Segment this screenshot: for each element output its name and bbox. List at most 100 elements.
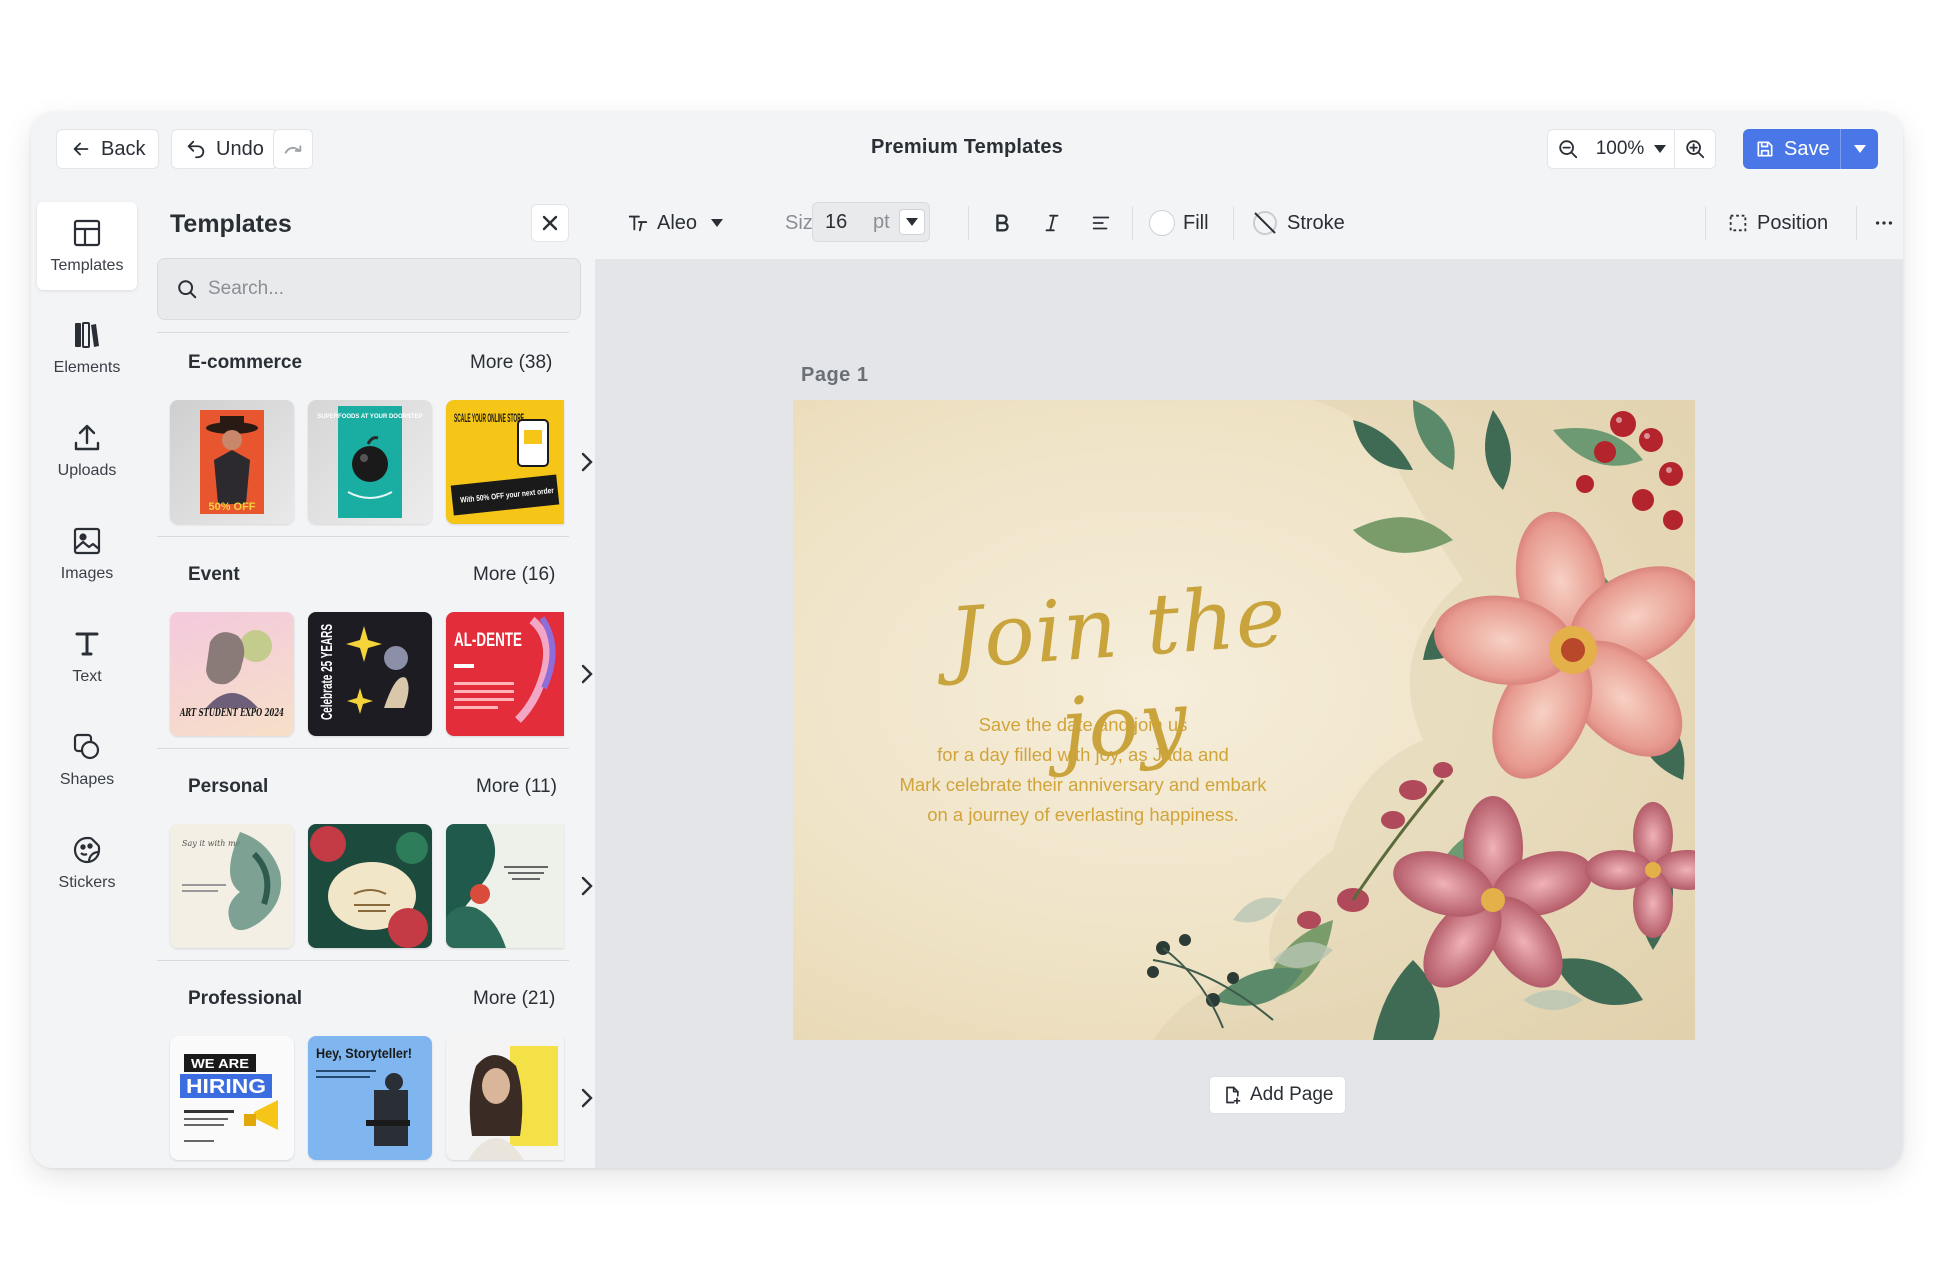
rail-item-shapes[interactable]: Shapes	[37, 716, 137, 804]
zoom-select[interactable]: 100%	[1588, 129, 1674, 169]
toolbar-divider	[1132, 206, 1133, 240]
thumb-ecommerce-2-text: SUPERFOODS AT YOUR DOORSTEP	[317, 414, 422, 420]
close-panel-button[interactable]	[531, 204, 569, 242]
template-thumbnail[interactable]	[446, 824, 564, 948]
rail-label: Images	[60, 565, 114, 582]
more-options-button[interactable]	[1873, 206, 1895, 240]
bold-icon	[996, 214, 1009, 232]
font-size-input[interactable]: 16 pt	[812, 202, 930, 242]
caret-down-icon	[906, 218, 918, 226]
template-thumbnail[interactable]: Hey, Storyteller!	[308, 1036, 432, 1160]
hiring-artwork: WE ARE HIRING	[180, 1054, 278, 1142]
more-link-professional[interactable]: More (21)	[473, 988, 555, 1010]
al-dente-artwork: AL-DENTE	[454, 616, 556, 723]
more-link-event[interactable]: More (16)	[473, 564, 555, 586]
template-thumbnail[interactable]: ART STUDENT EXPO 2024	[170, 612, 294, 736]
rail-item-elements[interactable]: Elements	[37, 304, 137, 392]
stroke-button[interactable]: Stroke	[1251, 206, 1345, 240]
portrait-artwork	[468, 1046, 558, 1160]
rail-label: Templates	[50, 257, 124, 274]
upload-icon	[74, 424, 100, 451]
text-icon	[75, 632, 99, 656]
page-label: Page 1	[801, 364, 869, 386]
art-expo-artwork: ART STUDENT EXPO 2024	[179, 630, 284, 719]
template-row-ecommerce: 50% OFF SUPERFOODS AT YOUR DOORSTEP SCAL…	[170, 400, 593, 524]
template-thumbnail[interactable]: 50% OFF	[170, 400, 294, 524]
font-size-unit: pt	[873, 210, 890, 233]
storyteller-artwork: Hey, Storyteller!	[316, 1045, 412, 1146]
chevron-right-icon	[581, 1088, 593, 1108]
template-thumbnail[interactable]: SUPERFOODS AT YOUR DOORSTEP	[308, 400, 432, 524]
left-rail: Templates Elements Uploads Images Text S…	[31, 186, 145, 1168]
template-thumbnail[interactable]: AL-DENTE	[446, 612, 564, 736]
template-search[interactable]	[157, 258, 581, 320]
invitation-body[interactable]: Save the date and join us for a day fill…	[873, 710, 1293, 830]
scale-store-artwork: SCALE YOUR ONLINE STORE With 50% OFF you…	[450, 411, 560, 516]
template-thumbnail[interactable]	[308, 824, 432, 948]
rail-label: Uploads	[57, 462, 117, 479]
add-page-label: Add Page	[1250, 1084, 1334, 1105]
font-size-dropdown[interactable]	[899, 209, 925, 235]
divider	[157, 960, 569, 961]
rail-label: Stickers	[58, 874, 116, 891]
align-button[interactable]	[1090, 206, 1112, 240]
save-icon	[1757, 141, 1773, 157]
template-thumbnail[interactable]: WE ARE HIRING	[170, 1036, 294, 1160]
superfoods-artwork: SUPERFOODS AT YOUR DOORSTEP	[317, 406, 423, 518]
thumb-prof-2-text: Hey, Storyteller!	[316, 1045, 412, 1061]
divider	[157, 748, 569, 749]
thumb-event-1-text: ART STUDENT EXPO 2024	[179, 706, 284, 719]
align-left-icon	[1092, 216, 1110, 230]
rail-item-templates[interactable]: Templates	[37, 202, 137, 290]
thumb-ecommerce-1-text: 50% OFF	[208, 501, 255, 513]
template-thumbnail[interactable]	[446, 1036, 564, 1160]
rail-item-stickers[interactable]: Stickers	[37, 819, 137, 907]
bold-button[interactable]	[991, 206, 1013, 240]
category-title: Event	[188, 564, 240, 585]
botanical-card-artwork	[446, 824, 548, 948]
template-thumbnail[interactable]: Celebrate 25 YEARS	[308, 612, 432, 736]
template-row-event: ART STUDENT EXPO 2024 Celebrate 25 YEARS…	[170, 612, 593, 736]
rail-item-uploads[interactable]: Uploads	[37, 407, 137, 495]
font-select[interactable]: Aleo	[627, 206, 724, 240]
template-thumbnail[interactable]: Say it with me	[170, 824, 294, 948]
stroke-label: Stroke	[1287, 211, 1345, 234]
font-size-value: 16	[825, 210, 848, 233]
add-page-button[interactable]: Add Page	[1209, 1076, 1347, 1114]
toolbar-divider	[1233, 206, 1234, 240]
template-thumbnail[interactable]: SCALE YOUR ONLINE STORE With 50% OFF you…	[446, 400, 564, 524]
design-canvas[interactable]: Page 1 Join the joy Save the date and jo…	[595, 260, 1903, 1168]
position-label: Position	[1757, 211, 1829, 234]
search-input[interactable]	[208, 278, 558, 300]
save-options-button[interactable]	[1840, 129, 1878, 169]
zoom-out-button[interactable]	[1547, 129, 1589, 169]
zoom-in-button[interactable]	[1674, 129, 1716, 169]
rail-item-text[interactable]: Text	[37, 613, 137, 701]
rail-item-images[interactable]: Images	[37, 510, 137, 598]
zoom-value: 100%	[1595, 138, 1645, 159]
invitation-card[interactable]: Join the joy Save the date and join us f…	[793, 400, 1695, 1040]
category-title: Professional	[188, 988, 303, 1009]
italic-button[interactable]	[1041, 206, 1063, 240]
position-icon	[1729, 214, 1747, 232]
sticker-icon	[73, 836, 101, 864]
more-link-ecommerce[interactable]: More (38)	[470, 352, 552, 374]
body-line: on a journey of everlasting happiness.	[927, 804, 1239, 825]
toolbar-divider	[1856, 206, 1857, 240]
category-title: E-commerce	[188, 352, 303, 373]
rail-label: Shapes	[59, 771, 115, 788]
thumb-event-3-text: AL-DENTE	[454, 630, 522, 651]
text-toolbar: Aleo Size 16 pt Fill Stroke Position	[595, 186, 1903, 260]
font-icon	[628, 215, 648, 232]
add-page-icon	[1226, 1086, 1241, 1105]
caret-down-icon	[711, 219, 724, 227]
fill-button[interactable]: Fill	[1149, 206, 1209, 240]
more-horizontal-icon	[1875, 221, 1893, 225]
toolbar-divider	[968, 206, 969, 240]
close-icon	[542, 215, 558, 231]
position-button[interactable]: Position	[1727, 206, 1828, 240]
chevron-right-icon	[581, 876, 593, 896]
more-link-personal[interactable]: More (11)	[476, 776, 557, 798]
caret-down-icon	[1654, 145, 1667, 153]
save-button[interactable]: Save	[1743, 129, 1840, 169]
